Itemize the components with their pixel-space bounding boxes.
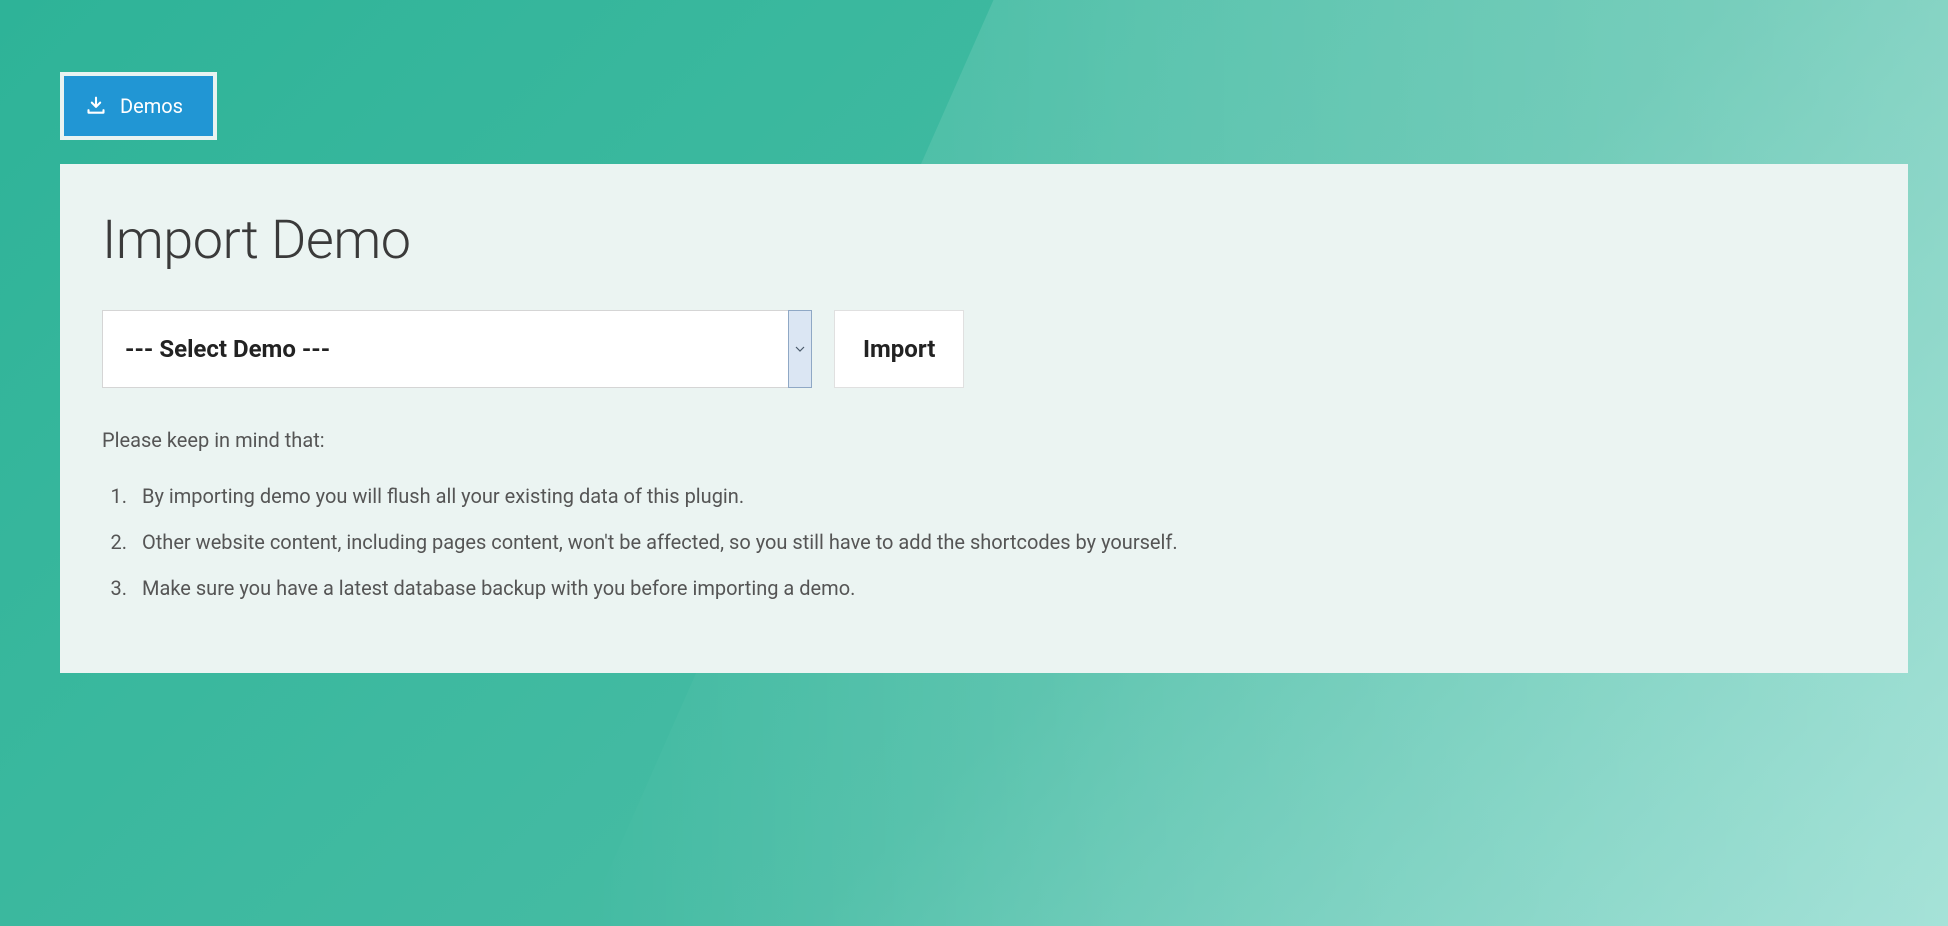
demo-select-value: --- Select Demo --- bbox=[102, 310, 788, 388]
tab-label: Demos bbox=[120, 94, 183, 118]
main-panel: Import Demo --- Select Demo --- Import P… bbox=[60, 164, 1908, 673]
notice-list: By importing demo you will flush all you… bbox=[102, 480, 1866, 604]
tab-bar: Demos bbox=[60, 72, 217, 140]
list-item: Make sure you have a latest database bac… bbox=[132, 572, 1866, 604]
download-icon bbox=[86, 96, 106, 116]
list-item: Other website content, including pages c… bbox=[132, 526, 1866, 558]
import-button[interactable]: Import bbox=[834, 310, 964, 388]
demo-select[interactable]: --- Select Demo --- bbox=[102, 310, 812, 388]
notice-intro: Please keep in mind that: bbox=[102, 428, 1866, 452]
tab-demos[interactable]: Demos bbox=[60, 72, 217, 140]
controls-row: --- Select Demo --- Import bbox=[102, 310, 1866, 388]
chevron-down-icon[interactable] bbox=[788, 310, 812, 388]
list-item: By importing demo you will flush all you… bbox=[132, 480, 1866, 512]
page-title: Import Demo bbox=[102, 209, 1866, 272]
